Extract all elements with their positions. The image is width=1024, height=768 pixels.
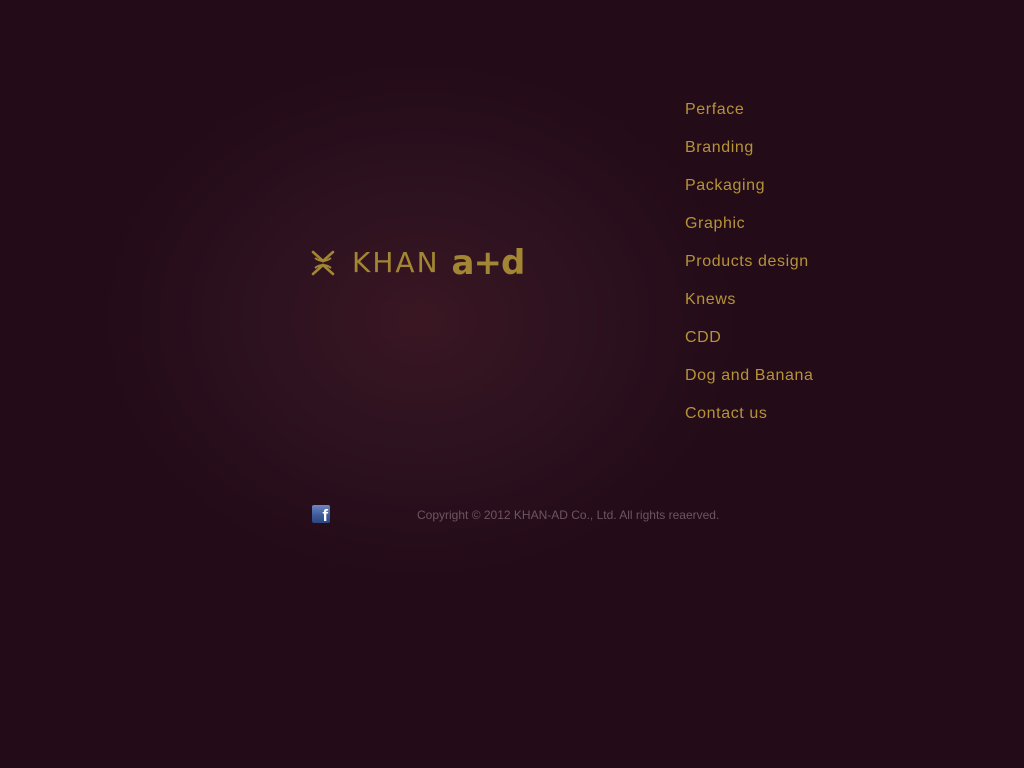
nav-link-branding[interactable]: Branding bbox=[685, 139, 754, 156]
nav-link-dog-and-banana[interactable]: Dog and Banana bbox=[685, 367, 814, 384]
nav-item-branding: Branding bbox=[685, 136, 814, 174]
nav-link-knews[interactable]: Knews bbox=[685, 291, 736, 308]
nav-link-graphic[interactable]: Graphic bbox=[685, 215, 745, 232]
page: KHAN a+d Perface Branding Packaging Grap… bbox=[0, 0, 1024, 768]
nav-item-contact-us: Contact us bbox=[685, 402, 814, 440]
nav-item-knews: Knews bbox=[685, 288, 814, 326]
nav-link-cdd[interactable]: CDD bbox=[685, 329, 721, 346]
nav-link-contact-us[interactable]: Contact us bbox=[685, 405, 767, 422]
nav-item-cdd: CDD bbox=[685, 326, 814, 364]
nav-link-perface[interactable]: Perface bbox=[685, 101, 744, 118]
copyright-text: Copyright © 2012 KHAN-AD Co., Ltd. All r… bbox=[417, 508, 720, 522]
khan-emblem-icon bbox=[311, 250, 335, 276]
logo-suffix: a+d bbox=[451, 243, 526, 283]
nav-item-dog-and-banana: Dog and Banana bbox=[685, 364, 814, 402]
facebook-icon[interactable]: f bbox=[312, 505, 330, 523]
facebook-glyph: f bbox=[322, 506, 328, 524]
nav-item-packaging: Packaging bbox=[685, 174, 814, 212]
logo-name: KHAN bbox=[352, 246, 440, 279]
nav-link-products-design[interactable]: Products design bbox=[685, 253, 809, 270]
nav-item-graphic: Graphic bbox=[685, 212, 814, 250]
nav-item-perface: Perface bbox=[685, 98, 814, 136]
nav-link-packaging[interactable]: Packaging bbox=[685, 177, 765, 194]
main-nav: Perface Branding Packaging Graphic Produ… bbox=[685, 98, 814, 440]
site-logo[interactable]: KHAN a+d bbox=[311, 243, 526, 283]
nav-item-products-design: Products design bbox=[685, 250, 814, 288]
